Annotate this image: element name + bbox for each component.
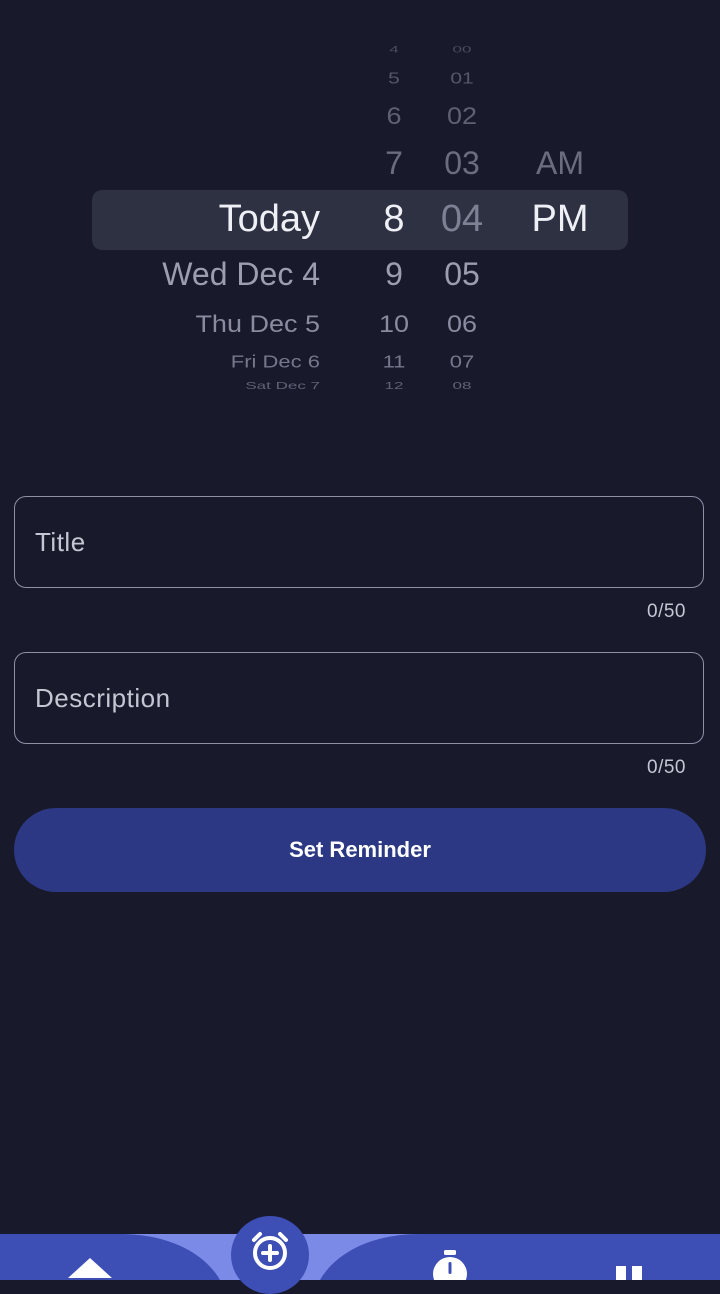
hour-option[interactable]: 5 bbox=[364, 71, 424, 87]
title-input[interactable] bbox=[15, 497, 703, 587]
hour-option[interactable]: 10 bbox=[364, 312, 424, 336]
nav-home[interactable] bbox=[60, 1254, 120, 1280]
date-time-picker[interactable]: Today Wed Dec 4 Thu Dec 5 Fri Dec 6 Sat … bbox=[0, 30, 720, 410]
nav-pause[interactable] bbox=[600, 1252, 660, 1280]
minute-option[interactable]: 03 bbox=[430, 147, 494, 179]
description-input[interactable] bbox=[15, 653, 703, 743]
hour-option-selected[interactable]: 8 bbox=[364, 200, 424, 238]
home-icon bbox=[68, 1258, 112, 1278]
minute-option-selected[interactable]: 04 bbox=[430, 200, 494, 238]
hour-option[interactable]: 7 bbox=[364, 147, 424, 179]
minute-option[interactable]: 01 bbox=[430, 71, 494, 87]
date-option-selected[interactable]: Today bbox=[219, 200, 320, 238]
hour-option[interactable]: 4 bbox=[364, 45, 424, 54]
nav-timer[interactable] bbox=[420, 1248, 480, 1291]
add-alarm-icon bbox=[252, 1232, 288, 1270]
date-option[interactable]: Fri Dec 6 bbox=[231, 353, 320, 370]
description-char-counter: 0/50 bbox=[647, 757, 686, 778]
date-option[interactable]: Wed Dec 4 bbox=[162, 258, 320, 290]
ampm-option[interactable]: AM bbox=[520, 147, 600, 179]
hour-option[interactable]: 6 bbox=[364, 104, 424, 128]
bottom-navigation bbox=[0, 1234, 720, 1291]
description-field[interactable] bbox=[14, 652, 704, 744]
ampm-option-selected[interactable]: PM bbox=[520, 200, 600, 238]
hour-option[interactable]: 12 bbox=[364, 380, 424, 390]
hour-option[interactable]: 11 bbox=[364, 353, 424, 370]
timer-icon bbox=[433, 1250, 467, 1291]
title-field[interactable] bbox=[14, 496, 704, 588]
nav-add-alarm[interactable] bbox=[231, 1216, 309, 1294]
minute-option[interactable]: 06 bbox=[430, 312, 494, 336]
pause-icon bbox=[616, 1266, 642, 1280]
minute-option[interactable]: 05 bbox=[430, 258, 494, 290]
hour-option[interactable]: 9 bbox=[364, 258, 424, 290]
date-option[interactable]: Thu Dec 5 bbox=[195, 312, 320, 336]
minute-option[interactable]: 07 bbox=[430, 353, 494, 370]
date-option[interactable]: Sat Dec 7 bbox=[245, 380, 320, 390]
title-char-counter: 0/50 bbox=[647, 601, 686, 622]
minute-option[interactable]: 08 bbox=[430, 380, 494, 390]
minute-option[interactable]: 00 bbox=[430, 45, 494, 54]
minute-option[interactable]: 02 bbox=[430, 104, 494, 128]
set-reminder-button[interactable]: Set Reminder bbox=[14, 808, 706, 892]
